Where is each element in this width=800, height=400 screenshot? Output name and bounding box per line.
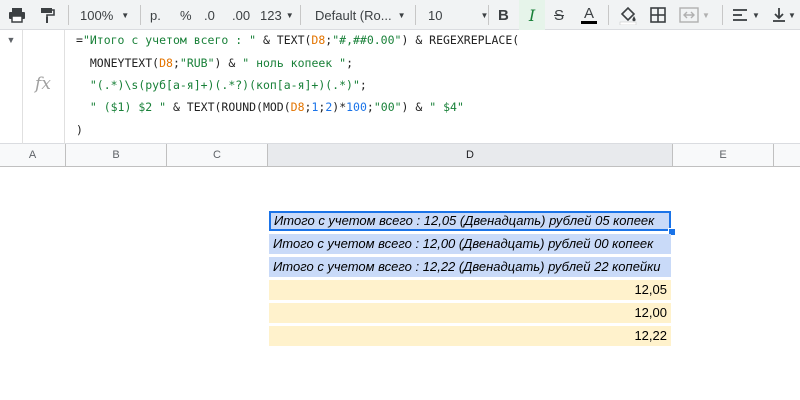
merge-cells-button[interactable]: ▼ xyxy=(678,0,710,30)
merge-cells-icon xyxy=(679,7,699,23)
cell-result-1[interactable]: Итого с учетом всего : 12,05 (Двенадцать… xyxy=(269,211,671,231)
chevron-down-icon: ▼ xyxy=(702,10,710,20)
more-formats-button[interactable]: 123 ▼ xyxy=(260,0,294,30)
align-bottom-icon xyxy=(773,8,785,22)
chevron-down-icon: ▼ xyxy=(788,10,796,20)
chevron-down-icon: ▼ xyxy=(752,10,760,20)
borders-icon xyxy=(650,7,666,23)
italic-label: I xyxy=(528,5,536,25)
cell-input-3[interactable]: 12,22 xyxy=(269,326,671,346)
bold-button[interactable]: B xyxy=(498,0,509,30)
column-header-b[interactable]: B xyxy=(66,144,167,166)
text-color-button[interactable]: A xyxy=(581,0,597,30)
chevron-down-icon[interactable]: ▼ xyxy=(0,30,22,50)
formula-line-4: " ($1) $2 " & TEXT(ROUND(MOD(D8;1;2)*100… xyxy=(89,100,464,114)
increase-decimal-button[interactable]: .00 xyxy=(232,0,250,30)
column-header-c[interactable]: C xyxy=(167,144,268,166)
horizontal-align-button[interactable]: ▼ xyxy=(732,0,760,30)
paint-bucket-icon xyxy=(619,6,637,25)
column-header-f[interactable] xyxy=(774,144,800,166)
fx-icon: fx xyxy=(35,74,51,94)
chevron-down-icon: ▼ xyxy=(397,10,406,20)
decrease-decimal-label: .0 xyxy=(204,7,215,23)
zoom-select[interactable]: 100% ▼ xyxy=(80,0,129,30)
column-header-a[interactable]: A xyxy=(0,144,66,166)
italic-button[interactable]: I xyxy=(519,0,545,30)
chevron-down-icon: ▼ xyxy=(285,10,294,20)
column-header-d[interactable]: D xyxy=(268,144,673,166)
cell-input-2[interactable]: 12,00 xyxy=(269,303,671,323)
cell-input-1[interactable]: 12,05 xyxy=(269,280,671,300)
cell-result-3[interactable]: Итого с учетом всего : 12,22 (Двенадцать… xyxy=(269,257,671,277)
vertical-align-button[interactable]: ▼ xyxy=(772,0,796,30)
currency-format-button[interactable]: р. xyxy=(150,0,161,30)
decrease-decimal-button[interactable]: .0 xyxy=(204,0,215,30)
cell-result-2[interactable]: Итого с учетом всего : 12,00 (Двенадцать… xyxy=(269,234,671,254)
formula-line-1: ="Итого с учетом всего : " & TEXT(D8;"#,… xyxy=(76,33,520,47)
print-button[interactable] xyxy=(8,0,26,30)
print-icon xyxy=(9,8,25,23)
chevron-down-icon: ▼ xyxy=(121,10,130,20)
text-color-label: A xyxy=(583,5,594,22)
paint-roller-icon xyxy=(41,8,55,23)
formula-line-3: "(.*)\s(руб[а-я]+)(.*?)(коп[а-я]+)(.*)"; xyxy=(89,78,367,92)
paint-format-button[interactable] xyxy=(38,0,56,30)
zoom-value: 100% xyxy=(80,7,114,23)
fill-color-button[interactable] xyxy=(618,0,638,30)
text-color-swatch xyxy=(581,21,597,24)
toolbar: 100% ▼ р. % .0 .00 123 ▼ Default (Ro... … xyxy=(0,0,800,30)
font-select[interactable]: Default (Ro... ▼ xyxy=(315,0,406,30)
more-formats-label: 123 xyxy=(260,7,282,23)
align-left-icon xyxy=(733,9,747,21)
column-headers: A B C D E xyxy=(0,144,800,167)
formula-line-2: MONEYTEXT(D8;"RUB") & " ноль копеек "; xyxy=(76,56,354,70)
strikethrough-button[interactable]: S xyxy=(554,0,564,30)
font-value: Default (Ro... xyxy=(315,7,392,23)
increase-decimal-label: .00 xyxy=(232,7,251,23)
formula-line-5: ) xyxy=(76,123,83,137)
font-size-value: 10 xyxy=(428,7,443,23)
borders-button[interactable] xyxy=(649,0,667,30)
column-header-e[interactable]: E xyxy=(673,144,774,166)
font-size-select[interactable]: 10 ▼ xyxy=(428,0,488,30)
percent-format-button[interactable]: % xyxy=(180,0,192,30)
formula-bar: ▼ fx ="Итого с учетом всего : " & TEXT(D… xyxy=(0,30,800,144)
